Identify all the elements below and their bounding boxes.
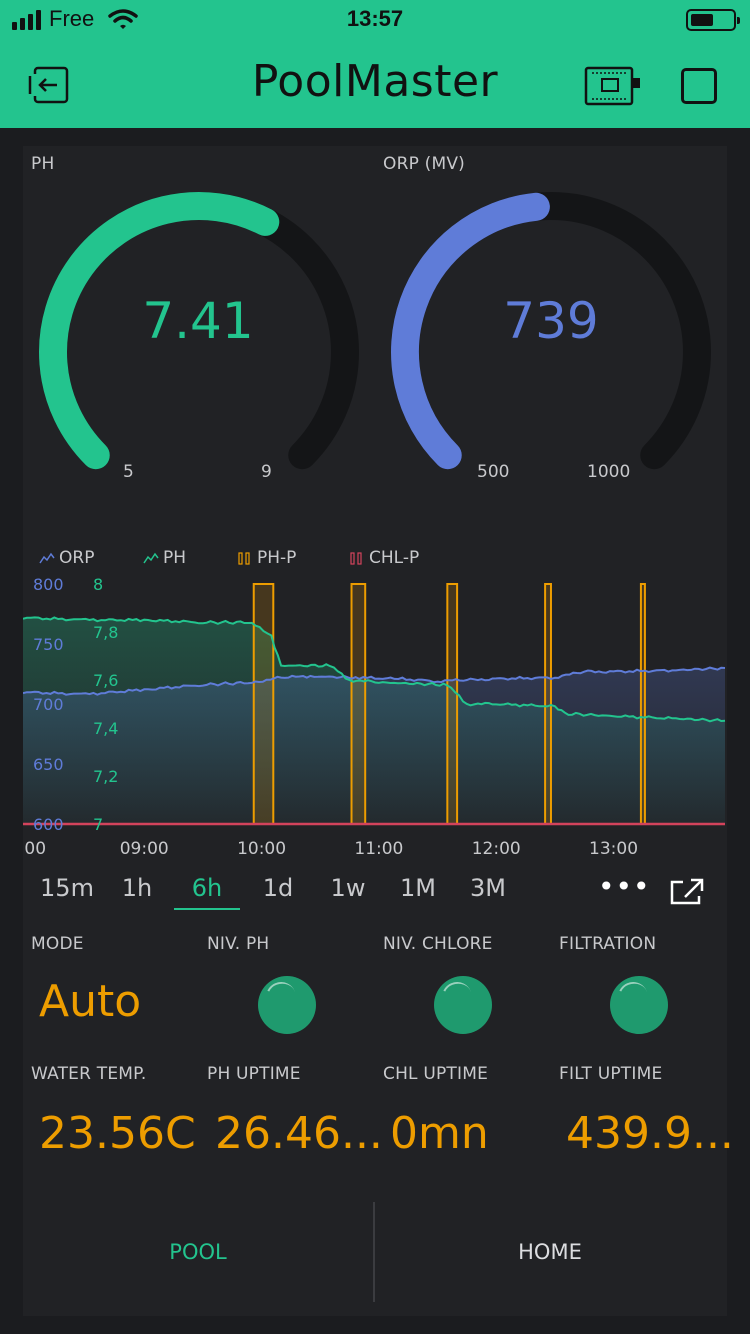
clock: 13:57: [346, 6, 404, 31]
orp-gauge-min: 500: [477, 462, 510, 482]
y-left-tick-label: 800: [33, 575, 64, 594]
ph-pump-bar: [252, 583, 275, 825]
y-right-tick-label: 8: [93, 575, 103, 594]
range-1h[interactable]: 1h: [107, 874, 167, 902]
x-tick-label: 12:00: [472, 839, 521, 859]
y-right-tick-label: 7,6: [93, 671, 118, 690]
legend-chl-p[interactable]: CHL-P: [349, 548, 419, 568]
legend-ph-p[interactable]: PH-P: [237, 548, 296, 568]
y-right-tick-label: 7,8: [93, 623, 118, 642]
y-left-tick-label: 700: [33, 695, 64, 714]
range-underline: [174, 908, 240, 910]
y-left-tick-label: 750: [33, 635, 64, 654]
y-right-tick-label: 7,4: [93, 719, 118, 738]
tab-home[interactable]: HOME: [375, 1202, 725, 1302]
x-tick-label: 8:00: [23, 839, 46, 859]
filt-uptime-value: 439.9...: [566, 1108, 734, 1159]
legend-ph[interactable]: PH: [143, 548, 186, 568]
y-left-tick-label: 650: [33, 755, 64, 774]
more-icon[interactable]: •••: [598, 870, 651, 903]
ph-gauge-max: 9: [261, 462, 272, 482]
line-series-icon: [143, 552, 159, 564]
ph-pump-bar: [639, 583, 646, 825]
x-tick-label: 13:00: [589, 839, 638, 859]
filt-uptime-label: FILT UPTIME: [559, 1064, 663, 1084]
device-icon[interactable]: [584, 66, 642, 106]
tab-pool[interactable]: POOL: [23, 1202, 373, 1302]
history-chart[interactable]: 800 750 700 650 600 8 7,8 7,6 7,4 7,2 7 8:00 09:00 10…: [23, 574, 727, 864]
x-tick-label: 09:00: [120, 839, 169, 859]
range-1d[interactable]: 1d: [248, 874, 308, 902]
time-range-selector: ••• 15m 1h 6h 1d 1w 1M 3M: [23, 870, 727, 914]
filtration-label: FILTRATION: [559, 934, 657, 954]
range-1m[interactable]: 1M: [388, 874, 448, 902]
legend-label: CHL-P: [369, 548, 420, 568]
bar-series-icon: [350, 552, 362, 565]
y-right-tick-label: 7: [93, 815, 103, 834]
chl-uptime-label: CHL UPTIME: [383, 1064, 489, 1084]
ph-gauge-min: 5: [123, 462, 134, 482]
niv-ph-led-icon: [258, 976, 316, 1034]
battery-icon: [686, 9, 740, 31]
app-header: PoolMaster: [0, 40, 750, 128]
water-temp-value: 23.56C: [39, 1108, 196, 1159]
mode-value: Auto: [39, 976, 142, 1027]
range-15m[interactable]: 15m: [37, 874, 97, 902]
orp-gauge-max: 1000: [587, 462, 631, 482]
niv-chlore-led-icon: [434, 976, 492, 1034]
range-1w[interactable]: 1w: [318, 874, 378, 902]
x-tick-label: 10:00: [237, 839, 286, 859]
export-icon[interactable]: [669, 876, 705, 906]
ph-gauge-label: PH: [31, 154, 55, 174]
ph-pump-bar: [350, 583, 367, 825]
ph-pump-bar: [446, 583, 459, 825]
niv-chlore-label: NIV. CHLORE: [383, 934, 493, 954]
filtration-led-icon: [610, 976, 668, 1034]
bottom-tabs: POOL HOME: [23, 1202, 727, 1302]
status-bar: Free 13:57: [0, 0, 750, 40]
square-icon[interactable]: [681, 68, 717, 104]
legend-label: PH-P: [257, 548, 297, 568]
ph-gauge-value: 7.41: [142, 292, 254, 350]
chl-uptime-value: 0mn: [390, 1108, 489, 1159]
legend-label: ORP: [59, 548, 95, 568]
bar-series-icon: [238, 552, 250, 565]
orp-gauge-value: 739: [503, 292, 599, 350]
legend-orp[interactable]: ORP: [39, 548, 94, 568]
orp-gauge-label: ORP (MV): [383, 154, 466, 174]
niv-ph-label: NIV. PH: [207, 934, 270, 954]
range-6h[interactable]: 6h: [177, 874, 237, 902]
line-series-icon: [39, 552, 55, 564]
water-temp-label: WATER TEMP.: [31, 1064, 147, 1084]
range-3m[interactable]: 3M: [458, 874, 518, 902]
y-left-tick-label: 600: [33, 815, 64, 834]
mode-label: MODE: [31, 934, 84, 954]
x-tick-label: 11:00: [354, 839, 403, 859]
ph-pump-bar: [544, 583, 552, 825]
legend-label: PH: [163, 548, 187, 568]
dashboard-panel: PH ORP (MV) 7.41 5 9 739 500 1000 ORP PH…: [23, 146, 734, 1316]
ph-uptime-value: 26.46...: [215, 1108, 383, 1159]
y-right-tick-label: 7,2: [93, 767, 118, 786]
ph-uptime-label: PH UPTIME: [207, 1064, 301, 1084]
